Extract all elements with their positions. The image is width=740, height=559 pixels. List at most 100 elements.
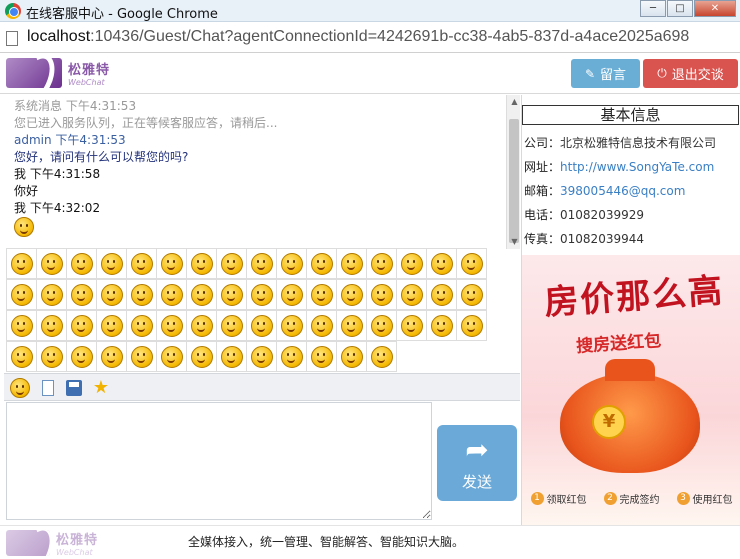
emoji-cell[interactable] <box>336 341 367 372</box>
emoji-cell[interactable] <box>456 279 487 310</box>
emoji-cell[interactable] <box>216 310 247 341</box>
emoji-cell[interactable] <box>6 248 37 279</box>
money-bag-icon <box>560 359 700 473</box>
emoji-cell[interactable] <box>216 248 247 279</box>
emoji-icon <box>130 314 153 337</box>
emoji-row <box>6 341 506 372</box>
save-icon <box>66 380 82 396</box>
emoji-cell[interactable] <box>276 341 307 372</box>
emoji-cell[interactable] <box>306 248 337 279</box>
website-link[interactable]: http://www.SongYaTe.com <box>560 160 714 174</box>
emoji-cell[interactable] <box>456 310 487 341</box>
scroll-thumb[interactable] <box>509 119 519 243</box>
emoji-icon <box>40 252 63 275</box>
emoji-cell[interactable] <box>96 310 127 341</box>
emoji-cell[interactable] <box>186 341 217 372</box>
emoji-cell[interactable] <box>336 248 367 279</box>
scroll-down-icon[interactable]: ▼ <box>507 235 520 249</box>
emoji-cell[interactable] <box>66 279 97 310</box>
chat-scrollbar[interactable]: ▲ ▼ <box>506 95 520 249</box>
promo-step: 1 领取红包 <box>530 491 587 506</box>
emoji-cell[interactable] <box>276 248 307 279</box>
file-button[interactable] <box>38 378 58 398</box>
emoji-cell[interactable] <box>366 279 397 310</box>
emoji-cell[interactable] <box>36 341 67 372</box>
emoji-icon <box>340 345 363 368</box>
emoji-cell[interactable] <box>396 279 427 310</box>
url-text[interactable]: localhost:10436/Guest/Chat?agentConnecti… <box>27 28 689 46</box>
emoji-cell[interactable] <box>366 310 397 341</box>
emoji-cell[interactable] <box>216 279 247 310</box>
emoji-cell[interactable] <box>426 279 457 310</box>
emoji-cell[interactable] <box>36 279 67 310</box>
emoji-cell[interactable] <box>306 341 337 372</box>
emoji-cell[interactable] <box>216 341 247 372</box>
emoji-cell[interactable] <box>126 248 157 279</box>
email-link[interactable]: 398005446@qq.com <box>560 184 685 198</box>
emoji-cell[interactable] <box>96 248 127 279</box>
emoji-cell[interactable] <box>126 310 157 341</box>
file-icon <box>42 380 54 396</box>
emoji-icon <box>400 283 423 306</box>
window-title: 在线客服中心 - Google Chrome <box>26 7 218 22</box>
minimize-button[interactable]: ─ <box>640 0 666 17</box>
emoji-cell[interactable] <box>36 310 67 341</box>
emoji-cell[interactable] <box>6 341 37 372</box>
emoji-cell[interactable] <box>66 341 97 372</box>
emoji-cell[interactable] <box>336 279 367 310</box>
emoji-cell[interactable] <box>366 341 397 372</box>
emoji-cell[interactable] <box>6 279 37 310</box>
favorite-button[interactable]: ★ <box>91 378 111 398</box>
close-button[interactable]: ✕ <box>694 0 736 17</box>
emoji-cell[interactable] <box>186 248 217 279</box>
emoji-cell[interactable] <box>36 248 67 279</box>
emoji-cell[interactable] <box>426 248 457 279</box>
emoji-cell[interactable] <box>366 248 397 279</box>
emoji-cell[interactable] <box>276 310 307 341</box>
emoji-icon <box>280 283 303 306</box>
emoji-cell[interactable] <box>96 341 127 372</box>
save-button[interactable] <box>64 378 84 398</box>
emoji-cell[interactable] <box>186 279 217 310</box>
emoji-icon <box>220 252 243 275</box>
emoji-cell[interactable] <box>96 279 127 310</box>
emoji-cell[interactable] <box>66 248 97 279</box>
emoji-cell[interactable] <box>126 341 157 372</box>
maximize-button[interactable]: □ <box>667 0 693 17</box>
emoji-icon <box>250 314 273 337</box>
emoji-button[interactable] <box>10 378 30 398</box>
message-input[interactable] <box>6 402 432 520</box>
chat-message: 您好，请问有什么可以帮您的吗? <box>14 150 189 164</box>
emoji-cell[interactable] <box>156 310 187 341</box>
emoji-cell[interactable] <box>246 310 277 341</box>
emoji-row <box>6 310 506 341</box>
emoji-cell[interactable] <box>456 248 487 279</box>
emoji-cell[interactable] <box>156 248 187 279</box>
emoji-cell[interactable] <box>246 341 277 372</box>
emoji-cell[interactable] <box>156 279 187 310</box>
emoji-cell[interactable] <box>306 310 337 341</box>
emoji-cell[interactable] <box>126 279 157 310</box>
send-button[interactable]: ➦ 发送 <box>437 425 517 501</box>
emoji-cell[interactable] <box>66 310 97 341</box>
emoji-cell[interactable] <box>276 279 307 310</box>
emoji-cell[interactable] <box>186 310 217 341</box>
emoji-cell[interactable] <box>396 310 427 341</box>
promo-banner[interactable]: 房价那么高 搜房送红包 ¥ 1 领取红包 2 完成签约 3 使用红包 <box>522 255 740 525</box>
promo-subline: 搜房送红包 <box>575 331 662 357</box>
emoji-cell[interactable] <box>156 341 187 372</box>
emoji-cell[interactable] <box>246 248 277 279</box>
emoji-cell[interactable] <box>306 279 337 310</box>
emoji-cell[interactable] <box>246 279 277 310</box>
chat-message-list[interactable]: 系统消息 下午4:31:53 您已进入服务队列，正在等候客服应答，请稍后... ad… <box>4 95 520 249</box>
step-label: 完成签约 <box>619 495 660 506</box>
address-bar[interactable]: localhost:10436/Guest/Chat?agentConnecti… <box>0 23 740 53</box>
emoji-cell[interactable] <box>396 248 427 279</box>
leave-message-button[interactable]: ✎ 留言 <box>571 59 640 88</box>
emoji-cell[interactable] <box>6 310 37 341</box>
emoji-icon <box>10 345 33 368</box>
exit-chat-button[interactable]: ⏻ 退出交谈 <box>643 59 738 88</box>
emoji-cell[interactable] <box>426 310 457 341</box>
emoji-cell[interactable] <box>336 310 367 341</box>
scroll-up-icon[interactable]: ▲ <box>507 95 520 109</box>
